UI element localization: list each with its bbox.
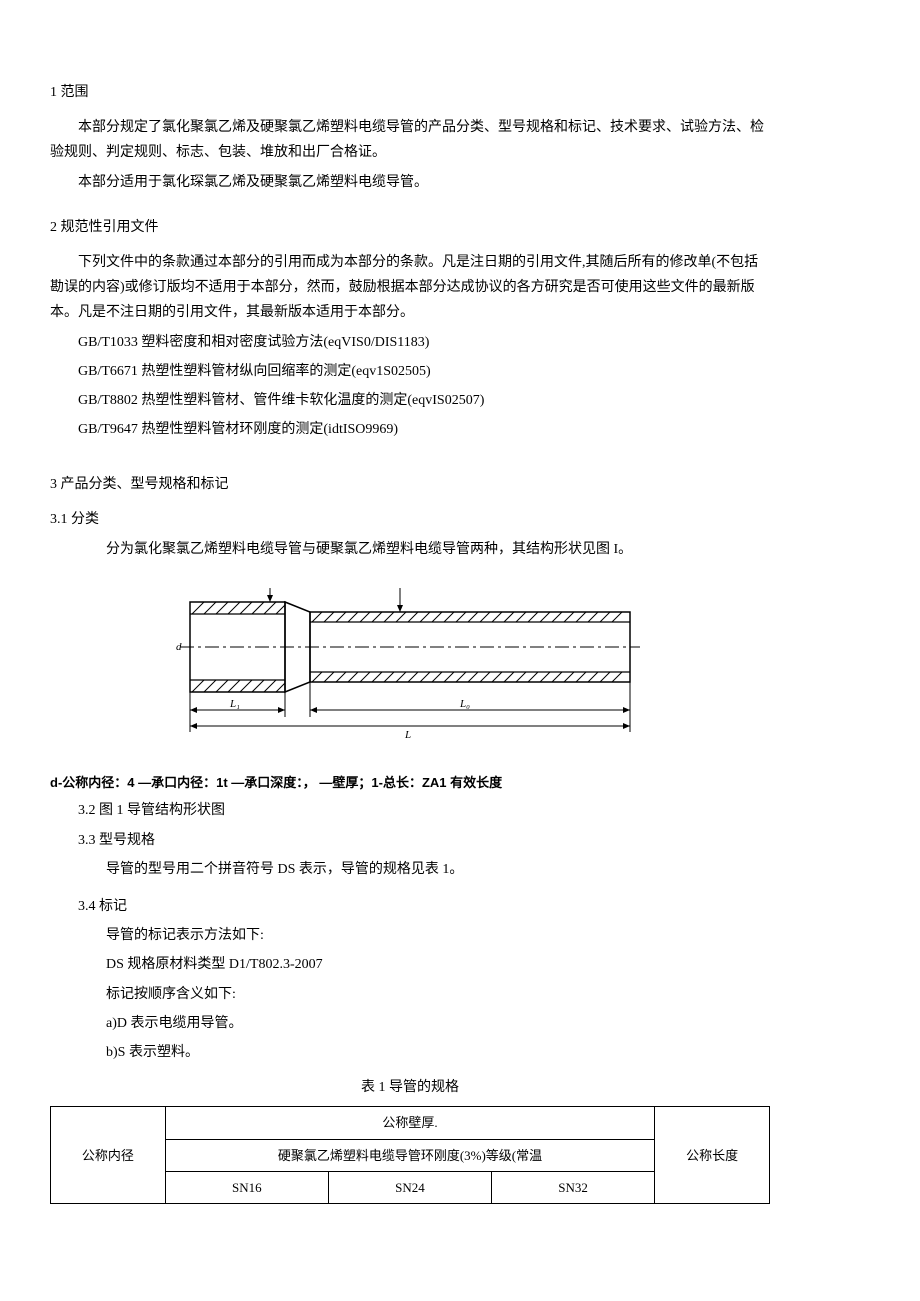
figure-1: L₁ L₀ L d [50, 582, 770, 751]
th-inner-dia: 公称内径 [51, 1107, 166, 1204]
section-2-heading: 2 规范性引用文件 [50, 215, 770, 240]
section-1-heading: 1 范围 [50, 80, 770, 105]
table-row: 公称内径 公称壁厚. 公称长度 [51, 1107, 770, 1139]
s3-3-heading: 3.3 型号规格 [78, 828, 770, 853]
s3-4-heading: 3.4 标记 [78, 894, 770, 919]
s1-p2: 本部分适用于氯化琛氯乙烯及硬聚氯乙烯塑料电缆导管。 [50, 170, 770, 195]
s3-4-l2: 标记按顺序含义如下: [106, 982, 770, 1007]
th-length: 公称长度 [655, 1107, 770, 1204]
s3-1-heading: 3.1 分类 [50, 507, 770, 532]
figure-caption-text: d-公称内径：4 —承口内径：1t —承口深度：， —壁厚；1-总长：ZA1 有… [50, 775, 502, 790]
table-1: 公称内径 公称壁厚. 公称长度 硬聚氯乙烯塑料电缆导管环刚度(3%)等级(常温 … [50, 1106, 770, 1204]
s2-ref-1: GB/T6671 热塑性塑料管材纵向回缩率的测定(eqv1S02505) [78, 359, 770, 384]
table-1-title: 表 1 导管的规格 [50, 1075, 770, 1100]
s3-4-l4: b)S 表示塑料。 [106, 1040, 770, 1065]
th-subhead: 硬聚氯乙烯塑料电缆导管环刚度(3%)等级(常温 [165, 1139, 654, 1171]
s3-2-heading: 3.2 图 1 导管结构形状图 [78, 798, 770, 823]
svg-text:L₁: L₁ [229, 698, 240, 710]
svg-text:L₀: L₀ [459, 698, 470, 710]
pipe-diagram-svg: L₁ L₀ L d [170, 582, 650, 742]
th-grade-0: SN16 [165, 1172, 328, 1204]
s3-4-l3: a)D 表示电缆用导管。 [106, 1011, 770, 1036]
th-grade-2: SN32 [492, 1172, 655, 1204]
s2-ref-3: GB/T9647 热塑性塑料管材环刚度的测定(idtISO9969) [78, 417, 770, 442]
svg-text:L: L [404, 729, 411, 741]
s3-1-p1: 分为氯化聚氯乙烯塑料电缆导管与硬聚氯乙烯塑料电缆导管两种，其结构形状见图 I。 [106, 537, 770, 562]
s2-ref-0: GB/T1033 塑料密度和相对密度试验方法(eqVIS0/DIS1183) [78, 330, 770, 355]
th-thickness: 公称壁厚. [165, 1107, 654, 1139]
svg-text:d: d [176, 641, 182, 653]
s3-4-l0: 导管的标记表示方法如下: [106, 923, 770, 948]
s3-4-l1: DS 规格原材料类型 D1/T802.3-2007 [106, 952, 770, 977]
th-grade-1: SN24 [328, 1172, 491, 1204]
s3-3-p1: 导管的型号用二个拼音符号 DS 表示，导管的规格见表 1。 [106, 857, 770, 882]
s2-ref-2: GB/T8802 热塑性塑料管材、管件维卡软化温度的测定(eqvIS02507) [78, 388, 770, 413]
s1-p1: 本部分规定了氯化聚氯乙烯及硬聚氯乙烯塑料电缆导管的产品分类、型号规格和标记、技术… [50, 115, 770, 165]
section-3-heading: 3 产品分类、型号规格和标记 [50, 472, 770, 497]
figure-caption: d-公称内径：4 —承口内径：1t —承口深度：， —壁厚；1-总长：ZA1 有… [50, 771, 770, 794]
s2-p1: 下列文件中的条款通过本部分的引用而成为本部分的条款。凡是注日期的引用文件,其随后… [50, 250, 770, 326]
